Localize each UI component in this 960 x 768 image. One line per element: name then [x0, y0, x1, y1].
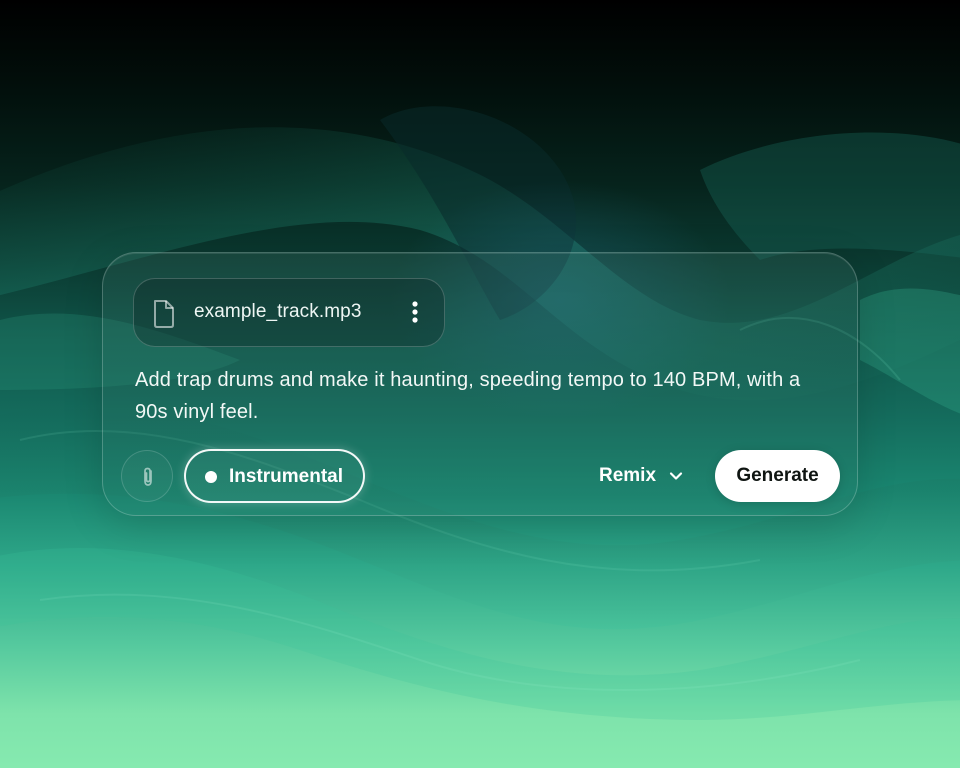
generate-button[interactable]: Generate [715, 450, 840, 502]
mode-dropdown[interactable]: Remix [599, 462, 683, 490]
file-name: example_track.mp3 [194, 301, 362, 322]
prompt-text[interactable]: Add trap drums and make it haunting, spe… [135, 364, 835, 428]
prompt-composer-card: example_track.mp3 Add trap drums and mak… [102, 252, 858, 516]
attached-file-chip[interactable]: example_track.mp3 [133, 278, 445, 347]
chevron-down-icon [669, 472, 683, 480]
paperclip-icon [144, 467, 152, 486]
instrumental-toggle[interactable]: Instrumental [184, 449, 365, 503]
file-icon [154, 300, 174, 328]
more-vertical-icon[interactable] [404, 299, 426, 327]
generate-label: Generate [736, 465, 819, 486]
app-background: example_track.mp3 Add trap drums and mak… [0, 0, 960, 768]
attach-button[interactable] [121, 450, 173, 502]
toggle-dot-icon [205, 471, 217, 483]
mode-label: Remix [599, 465, 657, 486]
instrumental-label: Instrumental [229, 466, 344, 487]
